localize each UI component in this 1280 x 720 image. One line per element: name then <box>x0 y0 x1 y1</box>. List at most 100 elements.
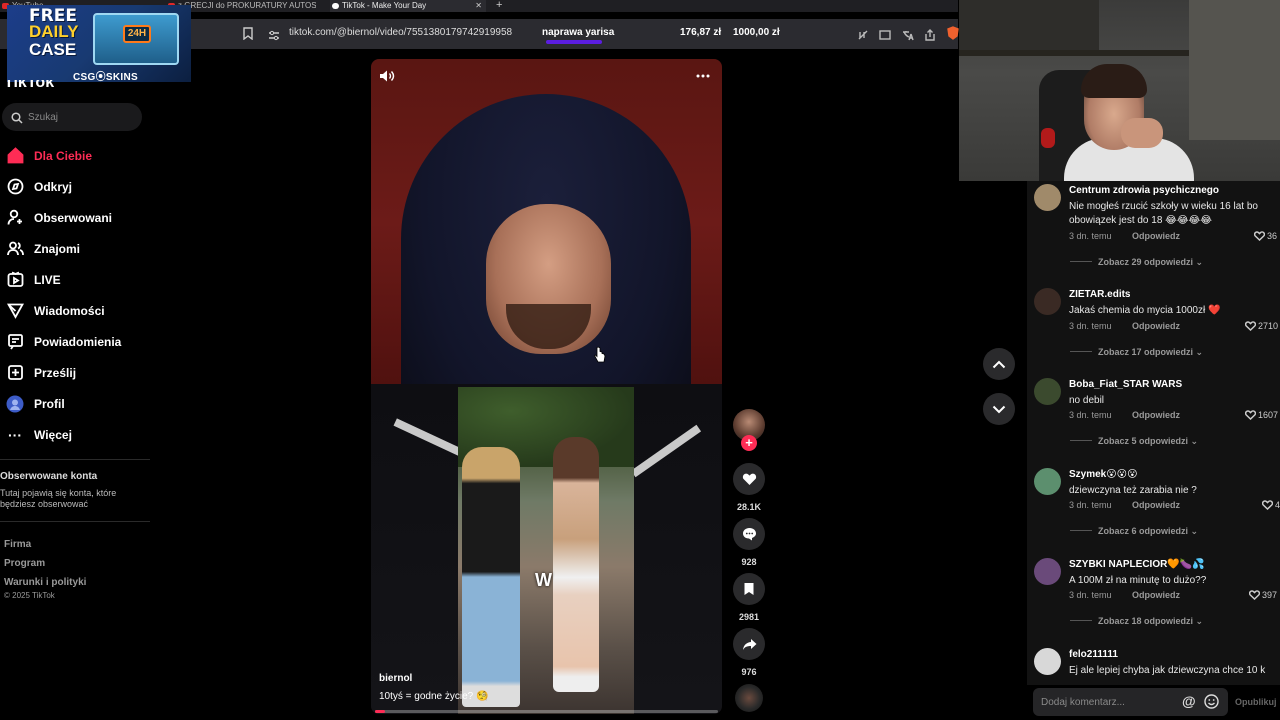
search-box[interactable] <box>2 103 142 131</box>
volume-icon[interactable] <box>379 69 395 88</box>
query-highlight <box>546 40 602 44</box>
sidebar-item-upload[interactable]: Prześlij <box>0 357 150 388</box>
sidebar-item-label: Prześlij <box>34 365 77 380</box>
view-replies-button[interactable]: Zobacz 29 odpowiedzi ⌄ <box>1070 257 1203 268</box>
comment-likes[interactable]: 36 <box>1253 231 1278 242</box>
publish-button[interactable]: Opublikuj <box>1235 697 1277 707</box>
footer-links: Firma Program Warunki i polityki <box>4 535 86 592</box>
site-settings-icon[interactable] <box>268 28 280 46</box>
no-tracking-icon[interactable] <box>857 28 869 46</box>
video-author[interactable]: biernol <box>379 673 412 684</box>
sidebar-item-friends[interactable]: Znajomi <box>0 233 150 264</box>
chevron-down-icon: ⌄ <box>1195 616 1204 626</box>
comment-username[interactable]: Boba_Fiat_STAR WARS <box>1069 379 1182 390</box>
reply-button[interactable]: Odpowiedz <box>1132 500 1180 510</box>
follow-plus-icon[interactable]: + <box>741 435 757 451</box>
comment-avatar[interactable] <box>1034 468 1061 495</box>
reply-button[interactable]: Odpowiedz <box>1132 231 1180 241</box>
previous-video-button[interactable] <box>983 348 1015 380</box>
sidebar-item-label: Wiadomości <box>34 303 105 318</box>
sidebar-item-label: Znajomi <box>34 241 81 256</box>
comment-like-count: 36 <box>1267 231 1278 241</box>
comment-likes[interactable]: 2710 <box>1244 321 1278 332</box>
webcam-hair <box>1081 64 1147 98</box>
comment-username[interactable]: Centrum zdrowia psychicznego <box>1069 185 1219 196</box>
comment-username[interactable]: ZIETAR.edits <box>1069 289 1130 300</box>
footer-link-company[interactable]: Firma <box>4 535 86 554</box>
reply-button[interactable]: Odpowiedz <box>1132 321 1180 331</box>
comment-text: dziewczyna też zarabia nie ? <box>1069 485 1197 496</box>
bookmark-icon[interactable] <box>243 27 253 45</box>
profile-icon <box>6 395 24 413</box>
comment-input[interactable] <box>1041 694 1171 710</box>
brave-shield-icon[interactable] <box>947 26 959 45</box>
chevron-down-icon: ⌄ <box>1195 347 1204 357</box>
sidebar-item-for-you[interactable]: Dla Ciebie <box>0 140 150 171</box>
url-text[interactable]: tiktok.com/@biernol/video/75513801797429… <box>289 27 512 38</box>
video-progress-fill <box>375 710 386 713</box>
translate-icon[interactable] <box>902 28 914 46</box>
comment-likes[interactable]: 4 <box>1261 500 1280 511</box>
new-tab-icon[interactable]: + <box>496 0 502 11</box>
tab-title: TikTok - Make Your Day <box>342 1 427 10</box>
comment-action[interactable]: 928 <box>733 518 765 567</box>
sidebar-item-following[interactable]: Obserwowani <box>0 202 150 233</box>
comment-avatar[interactable] <box>1034 288 1061 315</box>
save-button[interactable] <box>733 573 765 605</box>
case-box-image: 24H <box>93 13 179 65</box>
share-action[interactable]: 976 <box>733 628 765 677</box>
view-replies-label: Zobacz 29 odpowiedzi <box>1098 257 1194 267</box>
comment-time: 3 dn. temu <box>1069 410 1112 420</box>
like-action[interactable]: 28.1K <box>733 463 765 512</box>
comment-button[interactable] <box>733 518 765 550</box>
video-progress-bar[interactable] <box>375 710 718 713</box>
comment-likes[interactable]: 397 <box>1248 590 1277 601</box>
comment-username[interactable]: SZYBKI NAPLECIOR🧡🍆💦 <box>1069 559 1205 570</box>
chevron-up-icon <box>992 360 1006 368</box>
like-button[interactable] <box>733 463 765 495</box>
promo-banner[interactable]: FREE DAILY CASE 24H CSG⦿SKINS <box>7 5 191 82</box>
sidebar-item-profile[interactable]: Profil <box>0 388 150 419</box>
view-replies-button[interactable]: Zobacz 18 odpowiedzi ⌄ <box>1070 616 1203 627</box>
comment-input-box[interactable]: @ <box>1033 688 1228 716</box>
share-button[interactable] <box>733 628 765 660</box>
share-arrow-icon <box>742 638 756 650</box>
comment-username[interactable]: felo211111 <box>1069 649 1118 660</box>
mention-icon[interactable]: @ <box>1182 693 1196 709</box>
promo-brand: CSG⦿SKINS <box>73 72 138 82</box>
close-tab-icon[interactable]: ✕ <box>475 0 482 12</box>
comment-avatar[interactable] <box>1034 378 1061 405</box>
comment-text: no debil <box>1069 395 1105 406</box>
view-replies-label: Zobacz 17 odpowiedzi <box>1098 347 1194 357</box>
emoji-icon[interactable] <box>1204 694 1219 714</box>
view-replies-button[interactable]: Zobacz 17 odpowiedzi ⌄ <box>1070 347 1203 358</box>
music-disc[interactable] <box>735 684 763 712</box>
footer-link-terms[interactable]: Warunki i polityki <box>4 573 86 592</box>
share-icon[interactable] <box>924 28 936 46</box>
reply-button[interactable]: Odpowiedz <box>1132 410 1180 420</box>
reply-button[interactable]: Odpowiedz <box>1132 590 1180 600</box>
sidebar-item-explore[interactable]: Odkryj <box>0 171 150 202</box>
comment-username[interactable]: Szymek😮😮😮 <box>1069 469 1138 480</box>
comment-avatar[interactable] <box>1034 648 1061 675</box>
video-more-icon[interactable] <box>695 69 711 88</box>
comment-avatar[interactable] <box>1034 184 1061 211</box>
sidebar-item-notifications[interactable]: Powiadomienia <box>0 326 150 357</box>
footer-link-program[interactable]: Program <box>4 554 86 573</box>
view-replies-button[interactable]: Zobacz 6 odpowiedzi ⌄ <box>1070 526 1198 537</box>
search-input[interactable] <box>28 109 128 125</box>
tab-tiktok[interactable]: TikTok - Make Your Day ✕ <box>330 0 486 12</box>
next-video-button[interactable] <box>983 393 1015 425</box>
comment-avatar[interactable] <box>1034 558 1061 585</box>
video-player[interactable]: W biernol 10tyś = godne życie? 🧐 <box>371 59 722 714</box>
view-replies-button[interactable]: Zobacz 5 odpowiedzi ⌄ <box>1070 436 1198 447</box>
comment-likes[interactable]: 1607 <box>1244 410 1278 421</box>
omnibox-query[interactable]: naprawa yarisa <box>542 27 614 38</box>
cast-icon[interactable] <box>879 28 891 46</box>
sidebar-item-messages[interactable]: Wiadomości <box>0 295 150 326</box>
sidebar-item-live[interactable]: LIVE <box>0 264 150 295</box>
heart-outline-icon <box>1244 410 1257 421</box>
sidebar-item-more[interactable]: ··· Więcej <box>0 419 150 450</box>
save-count: 2981 <box>738 612 760 622</box>
save-action[interactable]: 2981 <box>733 573 765 622</box>
